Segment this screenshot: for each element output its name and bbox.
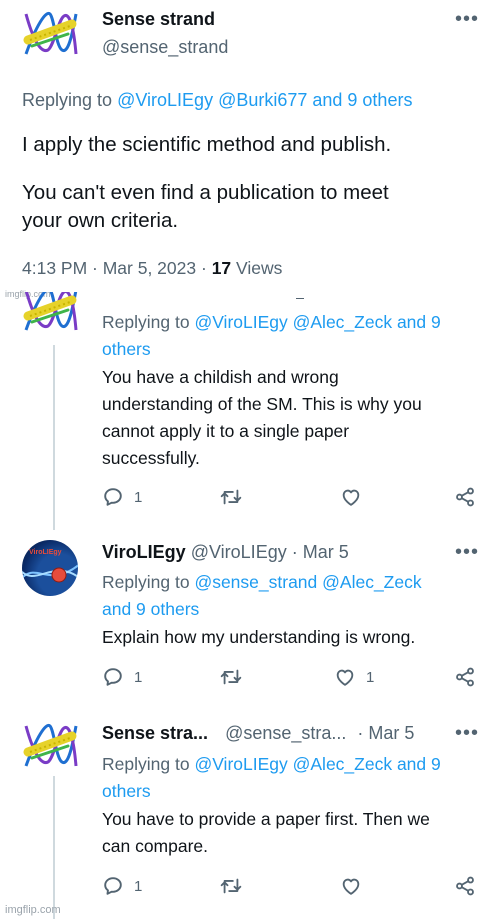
replying-to: Replying to @ViroLIEgy @Alec_Zeck and 9 …: [102, 309, 487, 363]
like-button[interactable]: [340, 486, 372, 508]
reply-button[interactable]: 1: [102, 486, 142, 508]
tweet-body-line: You have to provide a paper first. Then …: [102, 809, 430, 829]
like-icon: [340, 875, 362, 897]
reply-icon: [102, 875, 124, 897]
replying-handles-link[interactable]: @sense_strand @Alec_Zeck: [194, 572, 421, 592]
retweet-icon: [220, 666, 242, 688]
more-icon[interactable]: •••: [455, 9, 479, 29]
replying-prefix: Replying to: [22, 90, 113, 110]
replying-prefix: Replying to: [102, 572, 190, 592]
viroliegy-avatar[interactable]: ViroLIEgy: [22, 540, 78, 596]
retweet-button[interactable]: [220, 875, 242, 897]
author-handle[interactable]: @sense_stra...: [225, 723, 346, 743]
tweet-meta: 4:13 PM · Mar 5, 2023 · 17 Views: [22, 258, 282, 279]
action-bar: 1 1: [102, 666, 482, 692]
author-display-name[interactable]: ViroLIEgy: [102, 542, 186, 562]
replying-handles-link[interactable]: @ViroLIEgy @Alec_Zeck and 9: [194, 312, 440, 332]
replying-to: Replying to @sense_strand @Alec_Zeck and…: [102, 569, 487, 623]
share-button[interactable]: [454, 666, 476, 688]
like-icon: [340, 486, 362, 508]
more-icon[interactable]: •••: [455, 723, 479, 743]
tweet-timestamp[interactable]: 4:13 PM · Mar 5, 2023 ·: [22, 258, 207, 278]
like-button[interactable]: 1: [334, 666, 374, 688]
thread-line: [53, 776, 55, 919]
thread-line: [53, 345, 55, 530]
tweet-body-line: your own criteria.: [22, 209, 179, 232]
author-display-name[interactable]: Sense stra...: [102, 723, 208, 743]
share-button[interactable]: [454, 486, 476, 508]
reply-button[interactable]: 1: [102, 666, 142, 688]
like-count: 1: [366, 668, 375, 686]
dna-helix-icon: [22, 564, 78, 583]
like-button[interactable]: [340, 875, 372, 897]
views-label: Views: [236, 258, 283, 278]
reply-header: ViroLIEgy @ViroLIEgy · Mar 5: [102, 542, 349, 563]
reply-icon: [102, 666, 124, 688]
replying-prefix: Replying to: [102, 312, 190, 332]
retweet-button[interactable]: [220, 666, 242, 688]
action-bar: 1: [102, 486, 482, 512]
author-display-name[interactable]: Sense strand: [102, 9, 215, 30]
like-icon: [334, 666, 356, 688]
retweet-button[interactable]: [220, 486, 242, 508]
share-button[interactable]: [454, 875, 476, 897]
replying-handles-link[interactable]: others: [102, 781, 151, 801]
share-icon: [454, 875, 476, 897]
author-handle-date[interactable]: @ViroLIEgy · Mar 5: [191, 542, 349, 562]
sense-strand-avatar[interactable]: [22, 718, 78, 774]
sense-strand-avatar[interactable]: [22, 6, 78, 62]
share-icon: [454, 666, 476, 688]
replying-handles-link[interactable]: @ViroLIEgy @Alec_Zeck and 9: [194, 754, 440, 774]
tweet-body: You have a childish and wrong understand…: [102, 364, 487, 472]
tweet-body-line: I apply the scientific method and publis…: [22, 133, 392, 156]
retweet-icon: [220, 486, 242, 508]
sense-strand-avatar[interactable]: [22, 292, 78, 340]
watermark: imgflip.com: [5, 904, 61, 916]
replying-handles-link[interactable]: @ViroLIEgy @Burki677 and 9 others: [117, 90, 412, 110]
share-icon: [454, 486, 476, 508]
tweet-body-line: can compare.: [102, 836, 209, 856]
tweet-body-line: successfully.: [102, 448, 200, 468]
replying-prefix: Replying to: [102, 754, 190, 774]
views-count: 17: [211, 258, 232, 278]
reply-count: 1: [134, 488, 143, 506]
tweet-body: You have to provide a paper first. Then …: [102, 806, 487, 860]
tweet-body: Explain how my understanding is wrong.: [102, 624, 487, 651]
retweet-icon: [220, 875, 242, 897]
author-handle[interactable]: @sense_strand: [102, 37, 228, 58]
cropped-divider: [296, 298, 304, 299]
replying-handles-link[interactable]: others: [102, 339, 151, 359]
tweet-body-line: cannot apply it to a single paper: [102, 421, 350, 441]
tweet-body-line: You can't even find a publication to mee…: [22, 181, 389, 204]
action-bar: 1: [102, 875, 482, 901]
reply-icon: [102, 486, 124, 508]
tweet-body-line: Explain how my understanding is wrong.: [102, 627, 416, 647]
reply-header: Sense stra... @sense_stra... · Mar 5: [102, 723, 414, 744]
tweet-date[interactable]: · Mar 5: [357, 723, 414, 743]
reply-count: 1: [134, 668, 143, 686]
tweet-body-line: understanding of the SM. This is why you: [102, 394, 422, 414]
reply-button[interactable]: 1: [102, 875, 142, 897]
replying-handles-link[interactable]: and 9 others: [102, 599, 199, 619]
more-icon[interactable]: •••: [455, 542, 479, 562]
tweet-body: I apply the scientific method and publis…: [22, 131, 391, 235]
reply-count: 1: [134, 877, 143, 895]
replying-to: Replying to @ViroLIEgy @Burki677 and 9 o…: [22, 90, 412, 111]
tweet-body-line: You have a childish and wrong: [102, 367, 339, 387]
replying-to: Replying to @ViroLIEgy @Alec_Zeck and 9 …: [102, 751, 487, 805]
